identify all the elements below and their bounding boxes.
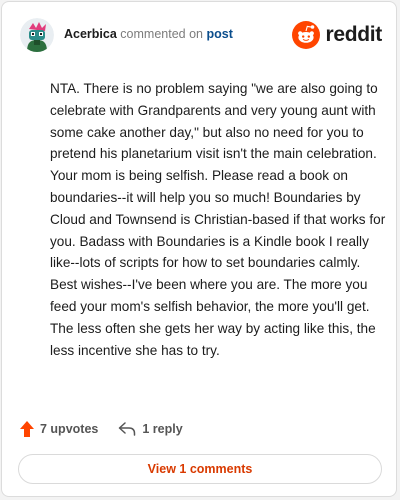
comment-header: Acerbica commented on post reddit	[20, 16, 382, 56]
reply-arrow-icon	[119, 422, 136, 436]
comment-byline: Acerbica commented on post	[64, 27, 233, 41]
view-comments-button[interactable]: View 1 comments	[18, 454, 382, 484]
brand-wordmark: reddit	[325, 23, 382, 46]
comment-actions: 7 upvotes 1 reply	[20, 418, 183, 440]
upvote-arrow-icon	[20, 421, 34, 437]
comment-card: Acerbica commented on post reddit NTA. T…	[1, 1, 397, 497]
upvote-count: 7 upvotes	[40, 422, 99, 436]
comment-body: NTA. There is no problem saying "we are …	[50, 81, 386, 358]
author-name[interactable]: Acerbica	[64, 27, 117, 41]
post-link[interactable]: post	[206, 27, 232, 41]
reply-button[interactable]: 1 reply	[118, 422, 183, 436]
reply-count: 1 reply	[142, 422, 183, 436]
brand-logo[interactable]: reddit	[292, 21, 382, 49]
avatar-image	[20, 18, 54, 52]
upvote-button[interactable]: 7 upvotes	[20, 421, 98, 437]
action-text: commented on	[120, 27, 203, 41]
user-avatar[interactable]	[20, 18, 54, 52]
reddit-alien-icon	[292, 21, 321, 49]
